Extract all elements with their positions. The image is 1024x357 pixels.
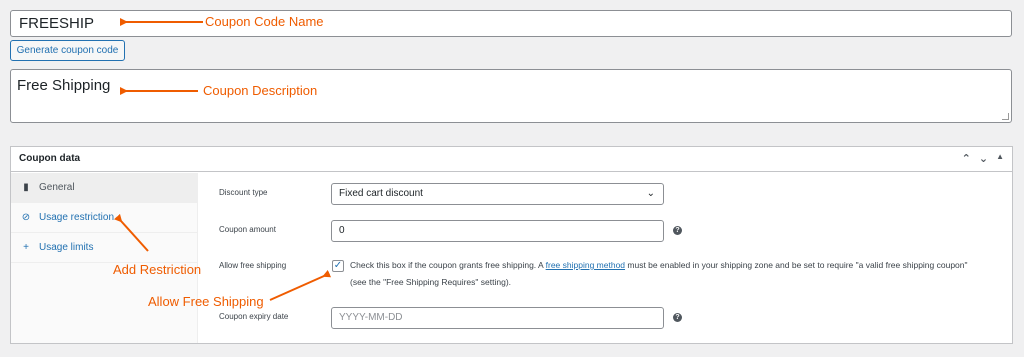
toggle-panel-icon[interactable]: ▲ [996, 152, 1004, 165]
plus-icon: + [23, 242, 29, 253]
coupon-amount-input[interactable]: 0 [331, 220, 664, 242]
free-shipping-label: Allow free shipping [219, 261, 287, 270]
free-shipping-method-link[interactable]: free shipping method [546, 260, 625, 270]
coupon-amount-label: Coupon amount [219, 225, 276, 234]
move-down-icon[interactable]: ⌄ [979, 152, 988, 165]
discount-type-label: Discount type [219, 188, 268, 197]
expiry-label: Coupon expiry date [219, 312, 289, 321]
annotation-restriction: Add Restriction [113, 262, 202, 277]
coupon-code-input[interactable]: FREESHIP [10, 10, 1012, 37]
tab-label: General [39, 182, 75, 193]
coupon-tabs: ▮ General ⊘ Usage restriction + Usage li… [11, 173, 198, 343]
annotation-description: Coupon Description [203, 83, 318, 98]
ticket-icon: ▮ [23, 182, 29, 193]
tab-general[interactable]: ▮ General [11, 173, 197, 203]
help-icon[interactable]: ? [673, 313, 682, 322]
description-text: Check this box if the coupon grants free… [350, 260, 544, 270]
coupon-description-textarea[interactable]: Free Shipping [10, 69, 1012, 123]
circle-slash-icon: ⊘ [21, 212, 31, 223]
tab-label: Usage limits [39, 242, 94, 253]
annotation-free-shipping: Allow Free Shipping [148, 294, 264, 309]
tab-usage-limits[interactable]: + Usage limits [11, 233, 197, 263]
chevron-down-icon: ⌄ [646, 188, 655, 199]
move-up-icon[interactable]: ⌃ [962, 152, 971, 165]
generate-coupon-code-button[interactable]: Generate coupon code [10, 40, 125, 61]
discount-type-value: Fixed cart discount [339, 188, 423, 199]
free-shipping-description: Check this box if the coupon grants free… [350, 257, 982, 291]
annotation-code-name: Coupon Code Name [205, 14, 324, 29]
panel-header: Coupon data ⌃ ⌄ ▲ [11, 147, 1012, 172]
panel-title: Coupon data [19, 153, 81, 164]
tab-usage-restriction[interactable]: ⊘ Usage restriction [11, 203, 197, 233]
resize-grip-icon[interactable] [1002, 113, 1009, 120]
help-icon[interactable]: ? [673, 226, 682, 235]
tab-label: Usage restriction [39, 212, 115, 223]
coupon-data-panel: Coupon data ⌃ ⌄ ▲ ▮ General ⊘ Usage rest… [10, 146, 1013, 344]
discount-type-select[interactable]: Fixed cart discount ⌄ [331, 183, 664, 205]
free-shipping-checkbox[interactable]: ✓ [332, 260, 344, 272]
expiry-date-input[interactable]: YYYY-MM-DD [331, 307, 664, 329]
general-fields: Discount type Fixed cart discount ⌄ Coup… [211, 173, 1012, 343]
description-text: Free Shipping [17, 77, 111, 94]
